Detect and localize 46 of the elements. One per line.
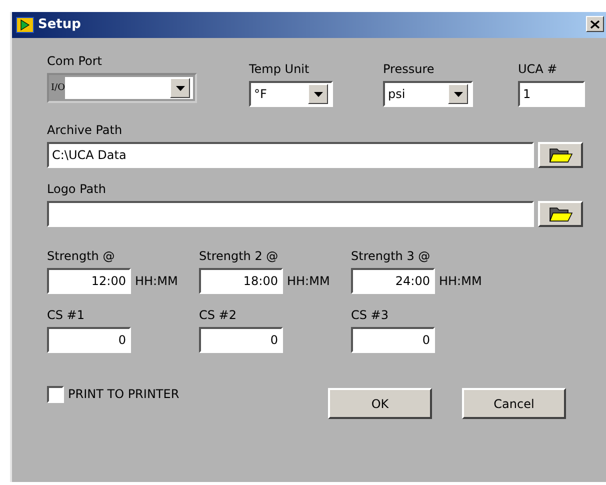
dropdown-button[interactable] [308, 84, 328, 104]
number-field[interactable]: 0 [351, 327, 435, 353]
com-port-dropdown[interactable] [65, 77, 193, 99]
field-label: Temp Unit [249, 61, 310, 78]
number-field[interactable]: 0 [199, 327, 283, 353]
uca-number-field[interactable]: 1 [518, 81, 585, 107]
number-field[interactable]: 18:00 [199, 268, 283, 294]
dropdown-field[interactable]: °F [249, 81, 333, 107]
close-button[interactable] [586, 16, 604, 32]
field-label: CS #2 [199, 307, 238, 324]
unit-label: HH:MM [439, 273, 482, 290]
path-field[interactable]: C:\UCA Data [47, 142, 534, 168]
io-label: I/O [51, 84, 65, 92]
close-icon [590, 20, 600, 28]
field-label: Archive Path [47, 122, 124, 139]
folder-icon [548, 206, 572, 222]
field-label: CS #1 [47, 307, 86, 324]
browse-button[interactable] [538, 142, 583, 168]
dropdown-field[interactable]: psi [383, 81, 473, 107]
app-icon [16, 17, 34, 33]
caret-icon [314, 92, 322, 96]
number-field[interactable]: 12:00 [47, 268, 131, 294]
field-label: Com Port [47, 53, 104, 70]
field-label: Strength 2 @ [199, 248, 280, 265]
ok-button[interactable]: OK [328, 388, 432, 419]
caret-icon [176, 86, 184, 90]
window-title: Setup [38, 16, 81, 34]
checkbox[interactable] [47, 386, 64, 402]
dropdown-button[interactable] [170, 78, 190, 98]
field-label: Strength @ [47, 248, 116, 265]
unit-label: HH:MM [135, 273, 178, 290]
field-label: UCA # [518, 61, 558, 78]
field-label: Strength 3 @ [351, 248, 432, 265]
cancel-button[interactable]: Cancel [462, 388, 566, 419]
caret-icon [454, 92, 462, 96]
field-label: Pressure [383, 61, 436, 78]
field-label: Logo Path [47, 181, 107, 198]
field-label: CS #3 [351, 307, 390, 324]
dropdown-button[interactable] [448, 84, 468, 104]
number-field[interactable]: 24:00 [351, 268, 435, 294]
folder-icon [548, 147, 572, 163]
unit-label: HH:MM [287, 273, 330, 290]
browse-button[interactable] [538, 201, 583, 227]
path-field[interactable] [47, 201, 534, 227]
checkbox-label: PRINT TO PRINTER [68, 386, 180, 403]
number-field[interactable]: 0 [47, 327, 131, 353]
